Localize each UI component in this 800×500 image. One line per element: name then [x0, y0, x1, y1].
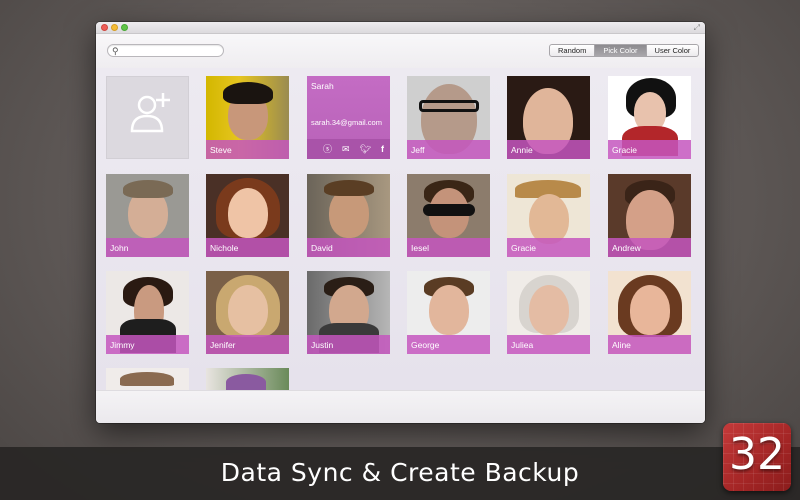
zoom-window-button[interactable] [121, 24, 128, 31]
promo-banner: Data Sync & Create Backup [0, 447, 800, 500]
contact-card-partial[interactable] [206, 368, 289, 390]
contact-card[interactable]: George [407, 271, 490, 354]
contact-name: Juliea [511, 340, 534, 350]
contact-card[interactable]: Annie [507, 76, 590, 159]
contact-card[interactable]: Nichole [206, 174, 289, 257]
contact-card[interactable]: Andrew [608, 174, 691, 257]
fullscreen-icon[interactable]: ⤢ [694, 23, 700, 33]
app-icon-label: 32 [729, 429, 785, 480]
contact-card[interactable]: David [307, 174, 390, 257]
contact-card-selected[interactable]: Sarah sarah.34@gmail.com ⓢ ✉ 🐦︎ f [307, 76, 390, 159]
window-footer [96, 390, 705, 423]
toolbar: ⚲ Random Pick Color User Color [96, 34, 705, 68]
search-icon: ⚲ [112, 46, 119, 56]
contact-name: Gracie [612, 145, 638, 155]
contact-card[interactable]: Jimmy [106, 271, 189, 354]
search-input[interactable] [122, 45, 220, 56]
contact-name: Iesel [411, 243, 429, 253]
contact-actions: ⓢ ✉ 🐦︎ f [307, 139, 390, 159]
contact-name: Jeff [411, 145, 425, 155]
title-bar[interactable]: ⤢ [96, 22, 705, 34]
contact-name: Sarah [311, 81, 334, 91]
contact-card[interactable]: Iesel [407, 174, 490, 257]
contact-grid: Steve Sarah sarah.34@gmail.com ⓢ ✉ 🐦︎ f … [96, 68, 705, 390]
contact-name: Aline [612, 340, 631, 350]
facebook-icon[interactable]: f [381, 144, 384, 154]
search-field[interactable]: ⚲ [107, 44, 224, 57]
contact-name: Steve [210, 145, 232, 155]
add-person-icon [130, 93, 170, 133]
contact-name: Jenifer [210, 340, 236, 350]
contact-card[interactable]: Aline [608, 271, 691, 354]
mail-icon[interactable]: ✉ [342, 144, 350, 154]
contact-card[interactable]: Steve [206, 76, 289, 159]
contact-card[interactable]: Jenifer [206, 271, 289, 354]
segment-random[interactable]: Random [550, 45, 596, 56]
contact-card[interactable]: John [106, 174, 189, 257]
add-contact-card[interactable] [106, 76, 189, 159]
segment-user-color[interactable]: User Color [647, 45, 699, 56]
contact-card[interactable]: Juliea [507, 271, 590, 354]
contact-card[interactable]: Justin [307, 271, 390, 354]
segment-pick-color[interactable]: Pick Color [595, 45, 647, 56]
contact-name: David [311, 243, 333, 253]
contact-email[interactable]: sarah.34@gmail.com [311, 118, 382, 127]
contact-name: George [411, 340, 440, 350]
contact-name: Gracie [511, 243, 537, 253]
close-window-button[interactable] [101, 24, 108, 31]
minimize-window-button[interactable] [111, 24, 118, 31]
skype-icon[interactable]: ⓢ [323, 144, 332, 154]
app-window: ⤢ ⚲ Random Pick Color User Color Steve S… [96, 22, 705, 423]
contact-card[interactable]: Gracie [507, 174, 590, 257]
promo-banner-text: Data Sync & Create Backup [220, 458, 580, 487]
app-icon: 32 [723, 423, 791, 491]
contact-name: Justin [311, 340, 334, 350]
contact-name: Jimmy [110, 340, 135, 350]
contact-card[interactable]: Jeff [407, 76, 490, 159]
contact-name: Nichole [210, 243, 239, 253]
contact-name: Andrew [612, 243, 641, 253]
twitter-icon[interactable]: 🐦︎ [360, 144, 371, 154]
contact-card-partial[interactable] [106, 368, 189, 390]
color-mode-segmented-control: Random Pick Color User Color [549, 44, 700, 57]
contact-card[interactable]: Gracie [608, 76, 691, 159]
contact-name: John [110, 243, 129, 253]
contact-name: Annie [511, 145, 533, 155]
